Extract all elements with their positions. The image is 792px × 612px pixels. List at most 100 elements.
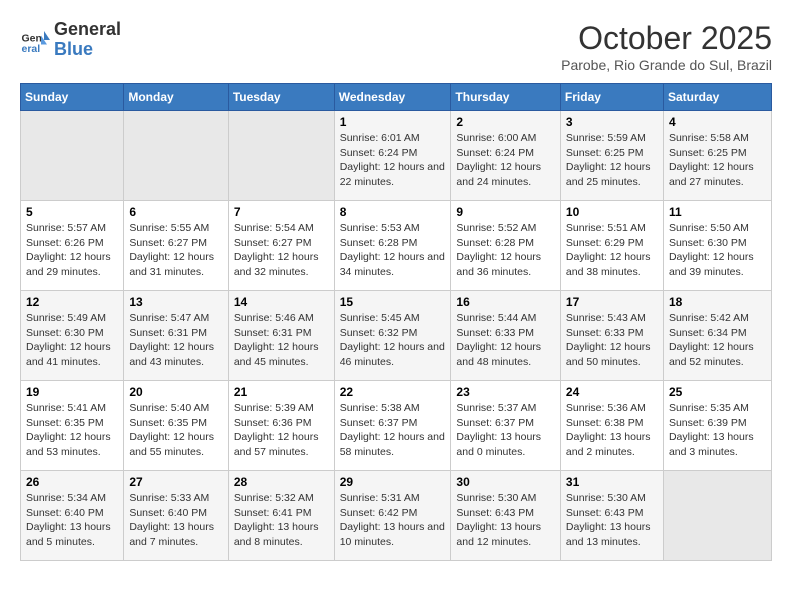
calendar-cell: 13 Sunrise: 5:47 AM Sunset: 6:31 PM Dayl…	[124, 291, 228, 381]
calendar-cell: 20 Sunrise: 5:40 AM Sunset: 6:35 PM Dayl…	[124, 381, 228, 471]
calendar-cell: 27 Sunrise: 5:33 AM Sunset: 6:40 PM Dayl…	[124, 471, 228, 561]
day-info: Sunrise: 5:32 AM Sunset: 6:41 PM Dayligh…	[234, 491, 329, 550]
svg-text:eral: eral	[22, 43, 41, 55]
calendar-cell: 17 Sunrise: 5:43 AM Sunset: 6:33 PM Dayl…	[560, 291, 663, 381]
header-saturday: Saturday	[663, 84, 771, 111]
day-info: Sunrise: 5:47 AM Sunset: 6:31 PM Dayligh…	[129, 311, 222, 370]
calendar-cell	[124, 111, 228, 201]
day-number: 13	[129, 295, 222, 309]
logo-icon: Gen eral	[20, 25, 50, 55]
day-number: 6	[129, 205, 222, 219]
title-section: October 2025 Parobe, Rio Grande do Sul, …	[561, 20, 772, 73]
day-info: Sunrise: 5:51 AM Sunset: 6:29 PM Dayligh…	[566, 221, 658, 280]
day-number: 4	[669, 115, 766, 129]
day-number: 27	[129, 475, 222, 489]
calendar-cell: 14 Sunrise: 5:46 AM Sunset: 6:31 PM Dayl…	[228, 291, 334, 381]
day-number: 12	[26, 295, 118, 309]
day-info: Sunrise: 5:45 AM Sunset: 6:32 PM Dayligh…	[340, 311, 446, 370]
logo-text: General Blue	[54, 20, 121, 60]
day-info: Sunrise: 5:43 AM Sunset: 6:33 PM Dayligh…	[566, 311, 658, 370]
calendar-cell: 12 Sunrise: 5:49 AM Sunset: 6:30 PM Dayl…	[21, 291, 124, 381]
calendar-cell: 26 Sunrise: 5:34 AM Sunset: 6:40 PM Dayl…	[21, 471, 124, 561]
calendar-cell: 24 Sunrise: 5:36 AM Sunset: 6:38 PM Dayl…	[560, 381, 663, 471]
day-number: 22	[340, 385, 446, 399]
day-info: Sunrise: 5:34 AM Sunset: 6:40 PM Dayligh…	[26, 491, 118, 550]
day-info: Sunrise: 5:30 AM Sunset: 6:43 PM Dayligh…	[566, 491, 658, 550]
day-number: 18	[669, 295, 766, 309]
calendar-cell: 11 Sunrise: 5:50 AM Sunset: 6:30 PM Dayl…	[663, 201, 771, 291]
calendar-week-row: 19 Sunrise: 5:41 AM Sunset: 6:35 PM Dayl…	[21, 381, 772, 471]
day-info: Sunrise: 5:33 AM Sunset: 6:40 PM Dayligh…	[129, 491, 222, 550]
calendar-cell: 25 Sunrise: 5:35 AM Sunset: 6:39 PM Dayl…	[663, 381, 771, 471]
calendar-cell: 19 Sunrise: 5:41 AM Sunset: 6:35 PM Dayl…	[21, 381, 124, 471]
calendar-cell: 3 Sunrise: 5:59 AM Sunset: 6:25 PM Dayli…	[560, 111, 663, 201]
day-info: Sunrise: 5:31 AM Sunset: 6:42 PM Dayligh…	[340, 491, 446, 550]
day-number: 17	[566, 295, 658, 309]
calendar-week-row: 5 Sunrise: 5:57 AM Sunset: 6:26 PM Dayli…	[21, 201, 772, 291]
day-number: 20	[129, 385, 222, 399]
day-number: 28	[234, 475, 329, 489]
header-tuesday: Tuesday	[228, 84, 334, 111]
header-sunday: Sunday	[21, 84, 124, 111]
day-number: 24	[566, 385, 658, 399]
day-info: Sunrise: 5:59 AM Sunset: 6:25 PM Dayligh…	[566, 131, 658, 190]
calendar-cell: 29 Sunrise: 5:31 AM Sunset: 6:42 PM Dayl…	[334, 471, 451, 561]
day-info: Sunrise: 5:35 AM Sunset: 6:39 PM Dayligh…	[669, 401, 766, 460]
day-info: Sunrise: 5:39 AM Sunset: 6:36 PM Dayligh…	[234, 401, 329, 460]
day-info: Sunrise: 5:40 AM Sunset: 6:35 PM Dayligh…	[129, 401, 222, 460]
day-info: Sunrise: 5:50 AM Sunset: 6:30 PM Dayligh…	[669, 221, 766, 280]
calendar-header-row: SundayMondayTuesdayWednesdayThursdayFrid…	[21, 84, 772, 111]
calendar-cell: 5 Sunrise: 5:57 AM Sunset: 6:26 PM Dayli…	[21, 201, 124, 291]
calendar-cell: 22 Sunrise: 5:38 AM Sunset: 6:37 PM Dayl…	[334, 381, 451, 471]
month-title: October 2025	[561, 20, 772, 57]
calendar-cell: 4 Sunrise: 5:58 AM Sunset: 6:25 PM Dayli…	[663, 111, 771, 201]
day-info: Sunrise: 5:46 AM Sunset: 6:31 PM Dayligh…	[234, 311, 329, 370]
day-number: 5	[26, 205, 118, 219]
calendar-cell	[228, 111, 334, 201]
calendar-cell: 16 Sunrise: 5:44 AM Sunset: 6:33 PM Dayl…	[451, 291, 561, 381]
day-number: 26	[26, 475, 118, 489]
day-info: Sunrise: 5:57 AM Sunset: 6:26 PM Dayligh…	[26, 221, 118, 280]
calendar-cell: 23 Sunrise: 5:37 AM Sunset: 6:37 PM Dayl…	[451, 381, 561, 471]
day-number: 10	[566, 205, 658, 219]
day-number: 21	[234, 385, 329, 399]
day-number: 23	[456, 385, 555, 399]
calendar-week-row: 12 Sunrise: 5:49 AM Sunset: 6:30 PM Dayl…	[21, 291, 772, 381]
day-number: 9	[456, 205, 555, 219]
day-number: 16	[456, 295, 555, 309]
day-info: Sunrise: 5:30 AM Sunset: 6:43 PM Dayligh…	[456, 491, 555, 550]
calendar-cell	[21, 111, 124, 201]
day-info: Sunrise: 5:58 AM Sunset: 6:25 PM Dayligh…	[669, 131, 766, 190]
day-number: 25	[669, 385, 766, 399]
header-friday: Friday	[560, 84, 663, 111]
day-number: 31	[566, 475, 658, 489]
calendar-week-row: 1 Sunrise: 6:01 AM Sunset: 6:24 PM Dayli…	[21, 111, 772, 201]
header-thursday: Thursday	[451, 84, 561, 111]
page-header: Gen eral General Blue October 2025 Parob…	[20, 20, 772, 73]
header-wednesday: Wednesday	[334, 84, 451, 111]
day-number: 3	[566, 115, 658, 129]
calendar-cell: 31 Sunrise: 5:30 AM Sunset: 6:43 PM Dayl…	[560, 471, 663, 561]
day-info: Sunrise: 5:36 AM Sunset: 6:38 PM Dayligh…	[566, 401, 658, 460]
day-info: Sunrise: 5:37 AM Sunset: 6:37 PM Dayligh…	[456, 401, 555, 460]
day-number: 14	[234, 295, 329, 309]
day-number: 30	[456, 475, 555, 489]
day-number: 2	[456, 115, 555, 129]
calendar-cell: 15 Sunrise: 5:45 AM Sunset: 6:32 PM Dayl…	[334, 291, 451, 381]
calendar-table: SundayMondayTuesdayWednesdayThursdayFrid…	[20, 83, 772, 561]
day-number: 8	[340, 205, 446, 219]
calendar-cell: 10 Sunrise: 5:51 AM Sunset: 6:29 PM Dayl…	[560, 201, 663, 291]
day-number: 1	[340, 115, 446, 129]
day-info: Sunrise: 5:44 AM Sunset: 6:33 PM Dayligh…	[456, 311, 555, 370]
calendar-cell: 7 Sunrise: 5:54 AM Sunset: 6:27 PM Dayli…	[228, 201, 334, 291]
day-number: 7	[234, 205, 329, 219]
calendar-cell	[663, 471, 771, 561]
calendar-cell: 6 Sunrise: 5:55 AM Sunset: 6:27 PM Dayli…	[124, 201, 228, 291]
day-info: Sunrise: 5:53 AM Sunset: 6:28 PM Dayligh…	[340, 221, 446, 280]
day-number: 19	[26, 385, 118, 399]
calendar-cell: 8 Sunrise: 5:53 AM Sunset: 6:28 PM Dayli…	[334, 201, 451, 291]
calendar-cell: 1 Sunrise: 6:01 AM Sunset: 6:24 PM Dayli…	[334, 111, 451, 201]
day-number: 11	[669, 205, 766, 219]
calendar-cell: 9 Sunrise: 5:52 AM Sunset: 6:28 PM Dayli…	[451, 201, 561, 291]
day-number: 29	[340, 475, 446, 489]
